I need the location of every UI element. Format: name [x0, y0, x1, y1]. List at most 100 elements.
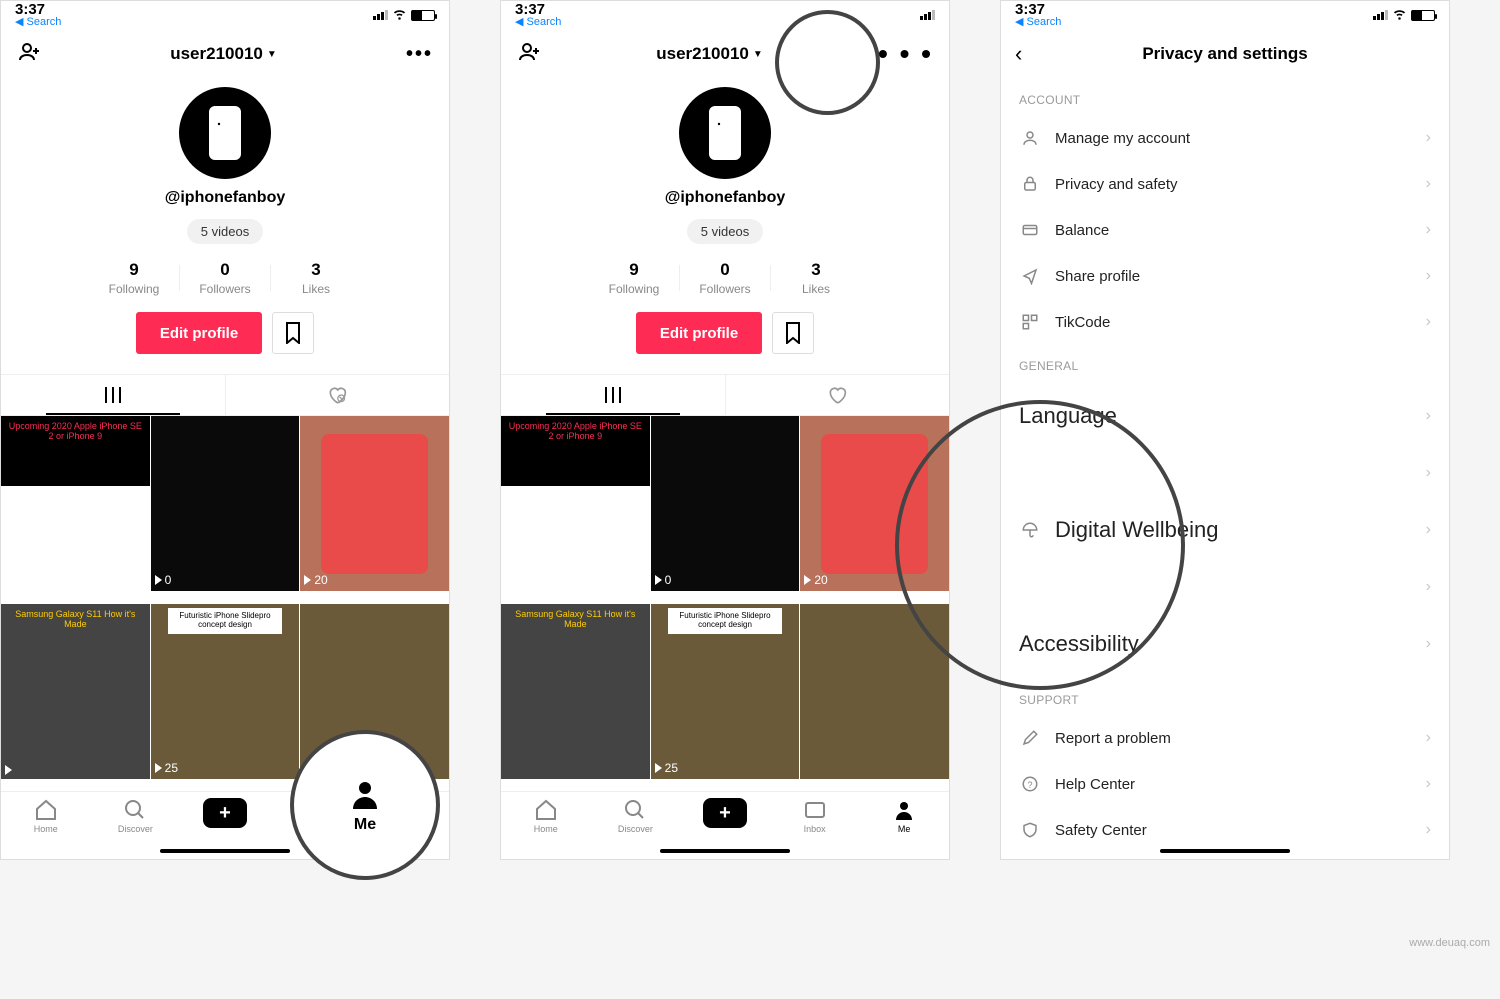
profile-header: user210010▼ • • • [501, 29, 949, 79]
wifi-icon [1392, 6, 1407, 24]
profile-header: user210010▼ ••• [1, 29, 449, 79]
edit-profile-button[interactable]: Edit profile [636, 312, 762, 354]
header-username[interactable]: user210010▼ [656, 44, 763, 64]
status-back-search[interactable]: ◀ Search [1015, 17, 1061, 28]
signal-icon [920, 10, 935, 20]
video-thumb[interactable]: Samsung Galaxy S11 How it's Made [501, 604, 650, 779]
row-hidden-2[interactable]: › [1001, 565, 1449, 609]
video-thumb[interactable]: Futuristic iPhone Slidepro concept desig… [151, 604, 300, 779]
video-thumb[interactable]: Upcoming 2020 Apple iPhone SE 2 or iPhon… [501, 416, 650, 591]
home-indicator [160, 849, 290, 853]
row-report-problem[interactable]: Report a problem› [1001, 715, 1449, 761]
phone-screen-1: 3:37 ◀ Search user210010▼ ••• @iphonefan… [0, 0, 450, 860]
video-thumb[interactable]: Samsung Galaxy S11 How it's Made [1, 604, 150, 779]
share-icon [1019, 267, 1041, 285]
tab-create[interactable]: + [180, 798, 270, 828]
tab-inbox[interactable]: Inbox [770, 798, 860, 834]
status-back-search[interactable]: ◀ Search [515, 17, 561, 28]
content-tabs [501, 374, 949, 416]
status-bar: 3:37 ◀ Search [501, 1, 949, 29]
plus-icon[interactable]: + [203, 798, 247, 828]
stat-following[interactable]: 9Following [589, 260, 679, 296]
video-grid: Upcoming 2020 Apple iPhone SE 2 or iPhon… [501, 416, 949, 791]
tab-inbox[interactable]: Inbox [270, 798, 360, 834]
play-count: 0 [155, 573, 172, 587]
tab-home[interactable]: Home [1, 798, 91, 834]
row-manage-account[interactable]: Manage my account› [1001, 115, 1449, 161]
status-back-search[interactable]: ◀ Search [15, 17, 61, 28]
section-general: GENERAL [1001, 345, 1449, 381]
qr-icon [1019, 313, 1041, 331]
back-icon[interactable]: ‹ [1015, 41, 1041, 67]
row-safety-center[interactable]: Safety Center› [1001, 807, 1449, 853]
video-thumb[interactable]: 20 [800, 416, 949, 591]
video-count-button[interactable]: 5 videos [687, 219, 763, 244]
section-account: ACCOUNT [1001, 79, 1449, 115]
settings-header: ‹ Privacy and settings [1001, 29, 1449, 79]
row-help-center[interactable]: ? Help Center› [1001, 761, 1449, 807]
play-count: 20 [304, 573, 327, 587]
video-thumb[interactable]: 0 [151, 416, 300, 591]
add-user-icon[interactable] [17, 40, 41, 69]
profile-handle: @iphonefanboy [165, 189, 285, 207]
play-count: 44 [5, 573, 28, 587]
grid-tab[interactable] [501, 375, 725, 415]
video-thumb[interactable]: 0 [651, 416, 800, 591]
row-accessibility[interactable]: Accessibility› [1001, 609, 1449, 679]
stat-followers[interactable]: 0 Followers [180, 260, 270, 296]
signal-icon [373, 10, 388, 20]
row-balance[interactable]: Balance› [1001, 207, 1449, 253]
tab-create[interactable]: + [680, 798, 770, 828]
tab-me[interactable]: Me [859, 798, 949, 834]
liked-tab[interactable] [726, 375, 950, 415]
bookmark-button[interactable] [272, 312, 314, 354]
bookmark-button[interactable] [772, 312, 814, 354]
stat-likes[interactable]: 3Likes [771, 260, 861, 296]
row-share-profile[interactable]: Share profile› [1001, 253, 1449, 299]
video-thumb[interactable] [800, 604, 949, 779]
row-hidden[interactable]: › [1001, 451, 1449, 495]
video-thumb[interactable]: Upcoming 2020 Apple iPhone SE 2 or iPhon… [1, 416, 150, 591]
add-user-icon[interactable] [517, 40, 541, 69]
signal-icon [1373, 10, 1388, 20]
avatar[interactable] [679, 87, 771, 179]
battery-icon [1411, 10, 1435, 21]
status-time: 3:37 [1015, 2, 1061, 17]
tab-discover[interactable]: Discover [591, 798, 681, 834]
video-count-button[interactable]: 5 videos [187, 219, 263, 244]
grid-tab[interactable] [1, 375, 225, 415]
status-time: 3:37 [515, 2, 561, 17]
tab-home[interactable]: Home [501, 798, 591, 834]
stat-followers[interactable]: 0Followers [680, 260, 770, 296]
row-tikcode[interactable]: TikCode› [1001, 299, 1449, 345]
stat-likes[interactable]: 3 Likes [271, 260, 361, 296]
row-privacy-safety[interactable]: Privacy and safety› [1001, 161, 1449, 207]
status-icons [373, 6, 435, 24]
video-thumb[interactable]: 20 [300, 416, 449, 591]
more-icon[interactable]: ••• [406, 43, 433, 66]
wallet-icon [1019, 221, 1041, 239]
watermark: www.deuaq.com [1409, 937, 1490, 949]
avatar[interactable] [179, 87, 271, 179]
play-count [304, 765, 311, 775]
battery-icon [411, 10, 435, 21]
content-tabs [1, 374, 449, 416]
edit-profile-button[interactable]: Edit profile [136, 312, 262, 354]
wifi-icon [392, 6, 407, 24]
video-thumb[interactable]: Futuristic iPhone Slidepro concept desig… [651, 604, 800, 779]
row-digital-wellbeing[interactable]: Digital Wellbeing› [1001, 495, 1449, 565]
row-language[interactable]: Language› [1001, 381, 1449, 451]
stat-following[interactable]: 9 Following [89, 260, 179, 296]
play-count: 25 [155, 761, 178, 775]
tab-me[interactable]: Me [359, 798, 449, 834]
lock-icon [1019, 175, 1041, 193]
stats-row: 9 Following 0 Followers 3 Likes [1, 260, 449, 296]
liked-tab[interactable] [226, 375, 450, 415]
shield-icon [1019, 821, 1041, 839]
header-username[interactable]: user210010▼ [170, 44, 277, 64]
pencil-icon [1019, 729, 1041, 747]
plus-icon[interactable]: + [703, 798, 747, 828]
video-thumb[interactable] [300, 604, 449, 779]
more-icon[interactable]: • • • [878, 38, 933, 70]
tab-discover[interactable]: Discover [91, 798, 181, 834]
